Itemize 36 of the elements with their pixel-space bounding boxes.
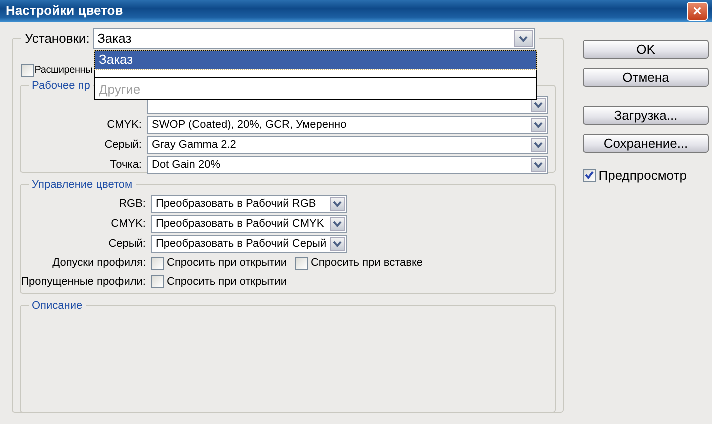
- group-title: Рабочее пр: [29, 78, 94, 94]
- dialog-button[interactable]: OK: [583, 40, 709, 59]
- checkbox-label: Спросить при открытии: [167, 256, 287, 271]
- field-label: Допуски профиля:: [52, 256, 147, 271]
- checkbox[interactable]: [583, 169, 596, 182]
- field-label: CMYK:: [110, 216, 147, 232]
- checkbox-label: Расширенны: [34, 64, 93, 78]
- field-label: RGB:: [118, 196, 147, 212]
- checkbox-label: Предпросмотр: [598, 167, 687, 185]
- dropdown-option[interactable]: Заказ: [95, 51, 536, 69]
- close-button[interactable]: ×: [687, 2, 708, 20]
- policy-select[interactable]: Преобразовать в Рабочий Серый: [151, 235, 347, 253]
- window-title: Настройки цветов: [6, 2, 124, 20]
- checkbox-label: Спросить при вставке: [310, 256, 423, 271]
- policy-select[interactable]: Преобразовать в Рабочий CMYK: [151, 215, 347, 233]
- field-label: Серый:: [104, 138, 143, 153]
- profile-select[interactable]: Gray Gamma 2.2: [147, 136, 548, 154]
- checkbox[interactable]: [151, 275, 164, 288]
- dialog-button[interactable]: Загрузка...: [583, 106, 709, 125]
- field-label: Точка:: [109, 158, 143, 173]
- field-label: Пропущенные профили:: [21, 274, 147, 290]
- dialog-button[interactable]: Отмена: [583, 68, 709, 87]
- settings-label: Установки:: [25, 30, 90, 48]
- field-label: CMYK:: [106, 118, 143, 133]
- group-title: Управление цветом: [29, 177, 136, 194]
- checkbox-label: Спросить при открытии: [167, 274, 287, 290]
- policy-select[interactable]: Преобразовать в Рабочий RGB: [151, 195, 347, 213]
- dialog-button[interactable]: Сохранение...: [583, 134, 709, 153]
- profile-select[interactable]: SWOP (Coated), 20%, GCR, Умеренно: [147, 116, 548, 134]
- profile-select[interactable]: Dot Gain 20%: [147, 156, 548, 174]
- field-label: Серый:: [108, 236, 147, 252]
- checkbox[interactable]: [294, 256, 308, 270]
- checkbox[interactable]: [21, 64, 34, 77]
- settings-select[interactable]: Заказ: [92, 28, 535, 49]
- checkbox[interactable]: [151, 256, 164, 270]
- dropdown-option: Другие: [95, 81, 536, 99]
